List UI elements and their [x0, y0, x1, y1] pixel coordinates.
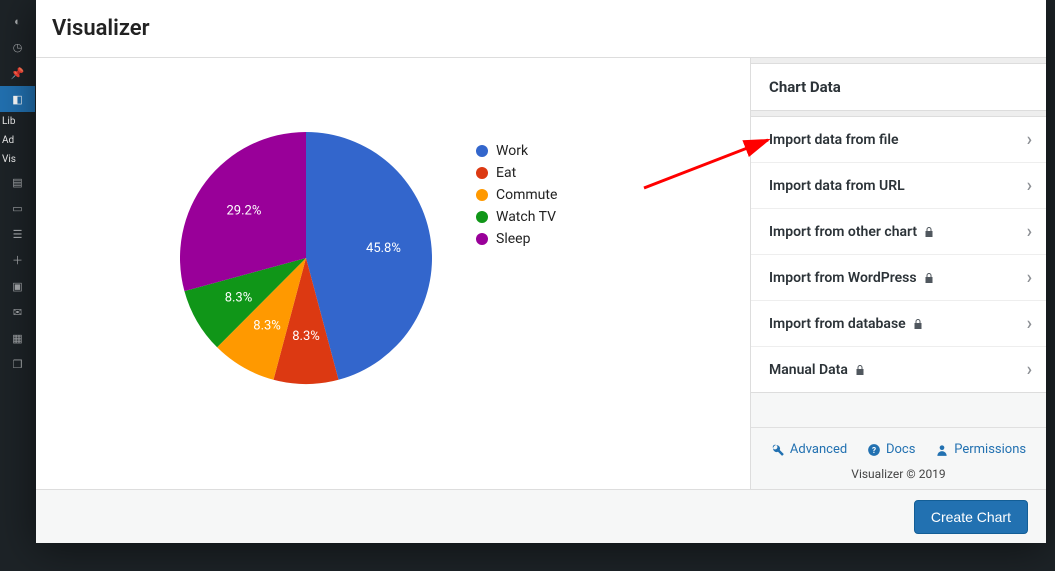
visualizer-modal: Visualizer 45.8%8.3%8.3%8.3%29.2% WorkEa… [36, 0, 1046, 543]
clock-icon[interactable]: ◷ [0, 34, 35, 60]
legend-swatch [476, 189, 488, 201]
slice-label: 29.2% [226, 204, 261, 219]
side-panel: Chart Data Import data from file›Import … [750, 58, 1046, 489]
footer-links: Advanced ? Docs Permissions [761, 442, 1036, 457]
pie-chart: 45.8%8.3%8.3%8.3%29.2% [176, 128, 436, 392]
panel-row-label: Import from database [769, 316, 1027, 332]
chevron-right-icon: › [1027, 221, 1032, 242]
panel-row-1[interactable]: Import data from URL› [751, 162, 1046, 208]
page-icon[interactable]: ▤ [0, 169, 35, 195]
permissions-link[interactable]: Permissions [935, 442, 1026, 457]
copyright: Visualizer © 2019 [761, 467, 1036, 481]
legend-label: Commute [496, 187, 557, 203]
create-chart-button[interactable]: Create Chart [914, 500, 1028, 534]
lock-icon [923, 272, 935, 284]
slice-label: 45.8% [366, 241, 401, 256]
legend-item[interactable]: Commute [476, 184, 557, 206]
slice-label: 8.3% [292, 329, 320, 344]
panel-row-label: Import data from file [769, 132, 1027, 148]
svg-text:?: ? [872, 444, 876, 454]
advanced-link[interactable]: Advanced [771, 442, 847, 457]
panel-row-label: Import from other chart [769, 224, 1027, 240]
sidebar-text[interactable]: Vis [0, 150, 35, 169]
legend-label: Eat [496, 165, 516, 181]
user-icon [935, 443, 949, 457]
lock-icon [854, 364, 866, 376]
modal-header: Visualizer [36, 0, 1046, 58]
modal-footer: Create Chart [36, 489, 1046, 543]
panel-row-4[interactable]: Import from database› [751, 300, 1046, 346]
permissions-label: Permissions [954, 442, 1026, 457]
chart-legend: Work Eat Commute Watch TV Sleep [476, 140, 557, 250]
legend-swatch [476, 211, 488, 223]
legend-item[interactable]: Sleep [476, 228, 557, 250]
chevron-right-icon: › [1027, 313, 1032, 334]
sidebar-text[interactable]: Lib [0, 112, 35, 131]
advanced-label: Advanced [790, 442, 847, 457]
docs-link[interactable]: ? Docs [867, 442, 915, 457]
lock-icon [923, 226, 935, 238]
wp-admin-sidebar: ◐ ◷ 📌 ◧ Lib Ad Vis ▤ ▭ ☰ ＋ ▣ ✉ ▦ ❒ [0, 0, 35, 571]
lock-icon [912, 318, 924, 330]
docs-label: Docs [886, 442, 915, 457]
form-icon[interactable]: ☰ [0, 221, 35, 247]
chevron-right-icon: › [1027, 267, 1032, 288]
woo-icon[interactable]: ▦ [0, 325, 35, 351]
panel-row-2[interactable]: Import from other chart› [751, 208, 1046, 254]
panel-row-5[interactable]: Manual Data› [751, 346, 1046, 392]
cube-icon[interactable]: ❒ [0, 351, 35, 377]
legend-item[interactable]: Work [476, 140, 557, 162]
legend-label: Watch TV [496, 209, 556, 225]
chevron-right-icon: › [1027, 359, 1032, 380]
chart-icon[interactable]: ◧ [0, 86, 35, 112]
help-icon: ? [867, 443, 881, 457]
panel-row-label: Import from WordPress [769, 270, 1027, 286]
panel-list: Import data from file›Import data from U… [751, 117, 1046, 393]
mail-icon[interactable]: ✉ [0, 299, 35, 325]
panel-row-3[interactable]: Import from WordPress› [751, 254, 1046, 300]
chart-canvas: 45.8%8.3%8.3%8.3%29.2% WorkEatCommuteWat… [36, 58, 750, 489]
legend-item[interactable]: Eat [476, 162, 557, 184]
slice-label: 8.3% [225, 290, 253, 305]
panel-row-label: Manual Data [769, 362, 1027, 378]
dashboard-icon[interactable]: ◐ [0, 8, 35, 34]
modal-body: 45.8%8.3%8.3%8.3%29.2% WorkEatCommuteWat… [36, 58, 1046, 489]
legend-swatch [476, 167, 488, 179]
plus-icon[interactable]: ＋ [0, 247, 35, 273]
modal-title: Visualizer [52, 16, 150, 41]
sidebar-text[interactable]: Ad [0, 131, 35, 150]
box-icon[interactable]: ▣ [0, 273, 35, 299]
legend-label: Work [496, 143, 528, 159]
panel-row-label: Import data from URL [769, 178, 1027, 194]
chevron-right-icon: › [1027, 129, 1032, 150]
panel-footer: Advanced ? Docs Permissions Visualizer ©… [751, 427, 1046, 489]
panel-row-0[interactable]: Import data from file› [751, 117, 1046, 162]
pin-icon[interactable]: 📌 [0, 60, 35, 86]
legend-swatch [476, 145, 488, 157]
legend-item[interactable]: Watch TV [476, 206, 557, 228]
comment-icon[interactable]: ▭ [0, 195, 35, 221]
legend-label: Sleep [496, 231, 530, 247]
legend-swatch [476, 233, 488, 245]
chevron-right-icon: › [1027, 175, 1032, 196]
panel-title: Chart Data [751, 64, 1046, 111]
slice-label: 8.3% [253, 319, 281, 334]
wrench-icon [771, 443, 785, 457]
